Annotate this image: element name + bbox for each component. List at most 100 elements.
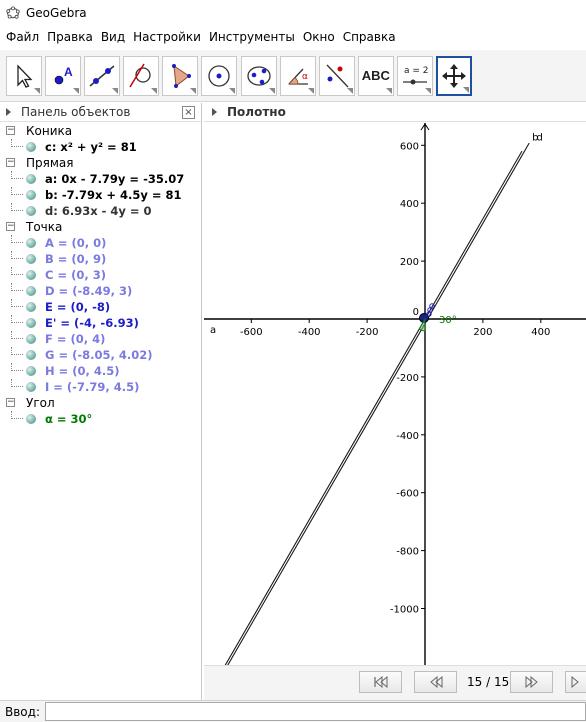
title-bar: GeoGebra — [0, 0, 586, 26]
y-tick-label: 0 — [413, 307, 419, 318]
object-row[interactable]: b: -7.79x + 4.5y = 81 — [0, 187, 202, 203]
object-row[interactable]: α = 30° — [0, 411, 202, 427]
slider-tool-button[interactable]: a = 2 — [396, 55, 433, 96]
object-row[interactable]: E = (0, -8) — [0, 299, 202, 315]
tree-connector — [11, 171, 23, 179]
object-definition: D = (-8.49, 3) — [45, 284, 133, 298]
visibility-toggle-icon[interactable] — [26, 286, 36, 296]
menu-help[interactable]: Справка — [339, 30, 400, 44]
first-step-button[interactable] — [359, 671, 402, 693]
object-row[interactable]: I = (-7.79, 4.5) — [0, 379, 202, 395]
object-row[interactable]: C = (0, 3) — [0, 267, 202, 283]
menu-tools[interactable]: Инструменты — [205, 30, 299, 44]
object-row[interactable]: d: 6.93x - 4y = 0 — [0, 203, 202, 219]
graphics-canvas[interactable]: -600 -400 -200 200 400 600 400 200 0 -200 -400 -600… — [204, 123, 586, 665]
collapse-toggle-icon[interactable]: − — [6, 398, 15, 407]
line-tool-button[interactable] — [84, 55, 121, 96]
tree-connector — [11, 235, 23, 243]
panel-expand-icon[interactable] — [6, 108, 11, 116]
perpendicular-tool-button[interactable] — [123, 55, 160, 96]
object-definition: E' = (-4, -6.93) — [45, 316, 139, 330]
collapse-toggle-icon[interactable]: − — [6, 126, 15, 135]
visibility-toggle-icon[interactable] — [26, 382, 36, 392]
arrow-cursor-icon — [17, 63, 33, 88]
object-row[interactable]: c: x² + y² = 81 — [0, 139, 202, 155]
visibility-toggle-icon[interactable] — [26, 254, 36, 264]
tree-connector — [11, 267, 23, 275]
y-tick-label: 400 — [400, 199, 419, 210]
window-title: GeoGebra — [26, 6, 87, 20]
object-definition: C = (0, 3) — [45, 268, 106, 282]
object-row[interactable]: G = (-8.05, 4.02) — [0, 347, 202, 363]
close-panel-button[interactable]: × — [182, 106, 195, 119]
object-group[interactable]: − Угол — [0, 395, 202, 411]
line-label-d: d — [536, 132, 542, 143]
object-tree: − Коника c: x² + y² = 81 − Прямая a: 0x - 7.7… — [0, 123, 202, 427]
tree-connector — [11, 347, 23, 355]
text-tool-button[interactable]: ABC — [357, 55, 394, 96]
polygon-tool-button[interactable] — [162, 55, 199, 96]
menu-window[interactable]: Окно — [299, 30, 339, 44]
menu-settings[interactable]: Настройки — [129, 30, 205, 44]
move-tool-button[interactable] — [6, 55, 42, 96]
object-group-label: Точка — [26, 220, 63, 234]
panel-expand-icon[interactable] — [212, 108, 217, 116]
object-definition: b: -7.79x + 4.5y = 81 — [45, 188, 182, 202]
move-graphics-view-tool-button[interactable] — [436, 55, 473, 96]
reflect-tool-button[interactable] — [318, 55, 355, 96]
object-group-label: Коника — [26, 124, 73, 138]
object-definition: E = (0, -8) — [45, 300, 111, 314]
object-row[interactable]: H = (0, 4.5) — [0, 363, 202, 379]
y-tick-label: -600 — [396, 489, 419, 500]
x-tick-label: 200 — [473, 327, 492, 338]
object-row[interactable]: F = (0, 4) — [0, 331, 202, 347]
last-step-button[interactable] — [565, 671, 586, 693]
object-row[interactable]: B = (0, 9) — [0, 251, 202, 267]
angle-tool-button[interactable]: α — [279, 55, 316, 96]
object-row[interactable]: D = (-8.49, 3) — [0, 283, 202, 299]
collapse-toggle-icon[interactable]: − — [6, 158, 15, 167]
visibility-toggle-icon[interactable] — [26, 366, 36, 376]
menu-view[interactable]: Вид — [97, 30, 129, 44]
svg-text:α: α — [302, 72, 308, 82]
collapse-toggle-icon[interactable]: − — [6, 222, 15, 231]
ellipse-tool-button[interactable] — [240, 55, 277, 96]
visibility-toggle-icon[interactable] — [26, 302, 36, 312]
visibility-toggle-icon[interactable] — [26, 414, 36, 424]
line-label-a: a — [210, 325, 216, 336]
object-group[interactable]: − Точка — [0, 219, 202, 235]
visibility-toggle-icon[interactable] — [26, 270, 36, 280]
menu-file[interactable]: Файл — [2, 30, 43, 44]
visibility-toggle-icon[interactable] — [26, 142, 36, 152]
tree-connector — [11, 187, 23, 195]
toolbar: A α ABC a = 2 — [0, 50, 586, 102]
visibility-toggle-icon[interactable] — [26, 206, 36, 216]
previous-step-button[interactable] — [414, 671, 457, 693]
point-tool-button[interactable]: A — [45, 55, 82, 96]
y-tick-label: 200 — [400, 257, 419, 268]
menu-edit[interactable]: Правка — [43, 30, 97, 44]
algebra-panel-header[interactable]: Панель объектов × — [0, 103, 201, 122]
tree-connector — [11, 283, 23, 291]
graphics-panel-header[interactable]: Полотно — [204, 103, 586, 122]
algebra-panel: Панель объектов × − Коника c: x² + y² = 81… — [0, 103, 202, 700]
visibility-toggle-icon[interactable] — [26, 174, 36, 184]
next-step-button[interactable] — [510, 671, 553, 693]
input-field[interactable] — [45, 702, 586, 721]
object-definition: G = (-8.05, 4.02) — [45, 348, 153, 362]
visibility-toggle-icon[interactable] — [26, 350, 36, 360]
coordinate-plane[interactable]: -600 -400 -200 200 400 600 400 200 0 -200 -400 -600… — [204, 123, 586, 665]
circle-tool-button[interactable] — [201, 55, 238, 96]
object-definition: H = (0, 4.5) — [45, 364, 120, 378]
object-row[interactable]: A = (0, 0) — [0, 235, 202, 251]
object-row[interactable]: a: 0x - 7.79y = -35.07 — [0, 171, 202, 187]
object-group[interactable]: − Коника — [0, 123, 202, 139]
object-row[interactable]: E' = (-4, -6.93) — [0, 315, 202, 331]
visibility-toggle-icon[interactable] — [26, 318, 36, 328]
object-definition: d: 6.93x - 4y = 0 — [45, 204, 152, 218]
tree-connector — [11, 203, 23, 211]
object-group[interactable]: − Прямая — [0, 155, 202, 171]
visibility-toggle-icon[interactable] — [26, 334, 36, 344]
visibility-toggle-icon[interactable] — [26, 190, 36, 200]
visibility-toggle-icon[interactable] — [26, 238, 36, 248]
